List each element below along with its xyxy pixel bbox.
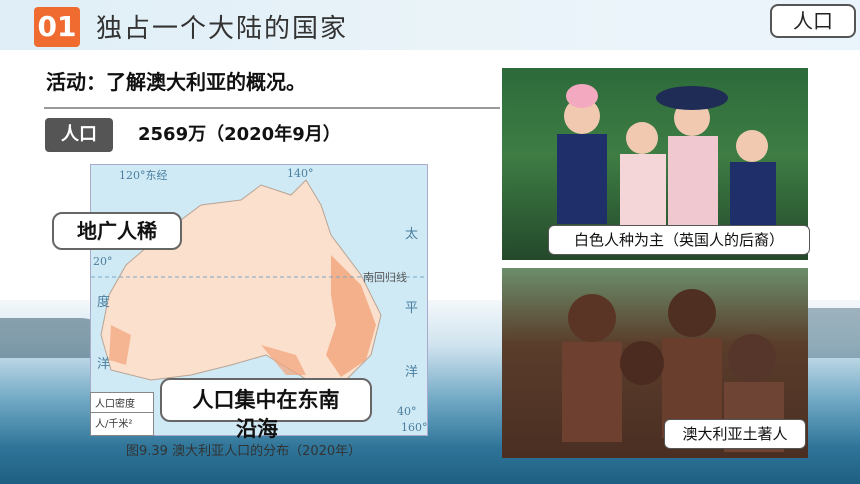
callout-dense-line2: 沿海 xyxy=(236,417,278,441)
legend-title: 人口密度 xyxy=(91,393,153,413)
figure-head xyxy=(736,130,768,162)
figure-head xyxy=(728,334,776,382)
label-tropic: 南回归线 xyxy=(363,271,407,284)
pink-hat xyxy=(566,84,598,108)
label-pacific-3: 洋 xyxy=(405,365,419,380)
callout-sparse: 地广人稀 xyxy=(52,212,182,250)
divider xyxy=(44,107,500,109)
figure-head xyxy=(668,289,716,337)
photo1-caption: 白色人种为主（英国人的后裔） xyxy=(548,225,810,255)
figure-body xyxy=(668,136,718,236)
population-value: 2569万（2020年9月） xyxy=(138,124,341,145)
section-number-badge: 01 xyxy=(34,7,80,47)
label-lat40: 40° xyxy=(397,405,417,418)
legend-unit: 人/千米² xyxy=(95,419,133,430)
figure-body xyxy=(557,134,607,224)
figure-head xyxy=(626,122,658,154)
label-lon160: 160° xyxy=(401,421,428,434)
activity-text: 活动：了解澳大利亚的概况。 xyxy=(46,70,306,94)
photo2-caption: 澳大利亚土著人 xyxy=(664,419,806,449)
map-legend: 人口密度 人/千米² xyxy=(90,392,154,436)
label-lon120: 120°东经 xyxy=(119,169,168,182)
label-pacific-1: 太 xyxy=(405,227,419,242)
population-button[interactable]: 人口 xyxy=(770,4,856,38)
population-tag: 人口 xyxy=(45,118,113,152)
label-pacific-2: 平 xyxy=(405,301,419,316)
figure-body xyxy=(562,342,622,442)
page-title: 独占一个大陆的国家 xyxy=(96,14,349,44)
label-lat20: 20° xyxy=(93,255,113,268)
figure-head xyxy=(568,294,616,342)
label-indian-1: 度 xyxy=(97,295,111,310)
label-indian-2: 洋 xyxy=(97,357,111,372)
navy-hat xyxy=(656,86,728,110)
figure-head xyxy=(620,341,664,385)
label-lon140: 140° xyxy=(287,167,314,180)
